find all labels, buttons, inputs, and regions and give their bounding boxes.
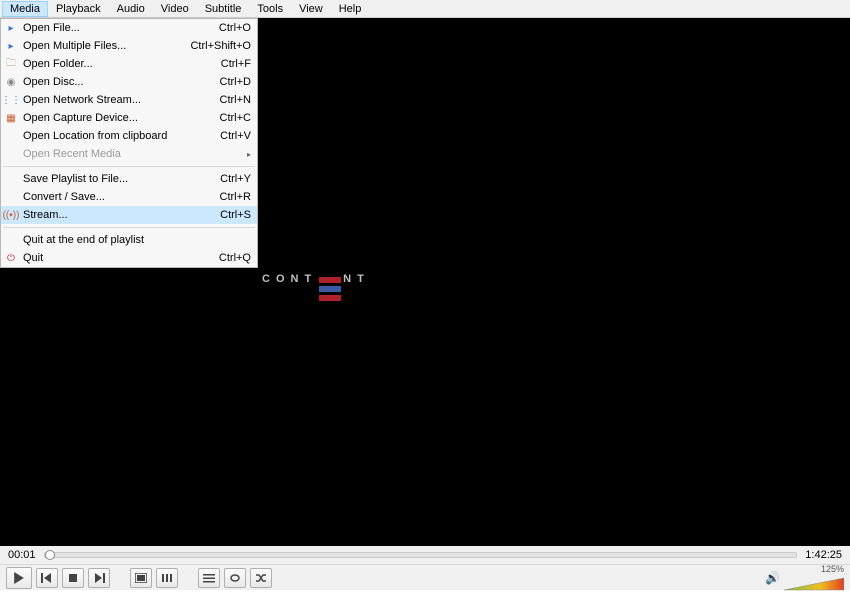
menu-item-label: Convert / Save... xyxy=(23,191,181,203)
menubar: MediaPlaybackAudioVideoSubtitleToolsView… xyxy=(0,0,850,18)
menu-playback[interactable]: Playback xyxy=(48,1,109,17)
menu-item-shortcut: Ctrl+D xyxy=(181,76,251,88)
menu-item-shortcut: Ctrl+S xyxy=(181,209,251,221)
menu-item-icon: 🗀 xyxy=(3,56,19,72)
menu-item-stream[interactable]: ((•)) Stream...Ctrl+S xyxy=(1,206,257,224)
loop-button[interactable] xyxy=(224,568,246,588)
menu-item-quit[interactable]: ⏻ QuitCtrl+Q xyxy=(1,249,257,267)
content-logo: CONT NT xyxy=(262,273,370,301)
menu-tools[interactable]: Tools xyxy=(249,1,291,17)
menu-subtitle[interactable]: Subtitle xyxy=(197,1,250,17)
menu-separator xyxy=(3,227,255,228)
menu-item-label: Open Multiple Files... xyxy=(23,40,181,52)
menu-item-label: Open Disc... xyxy=(23,76,181,88)
menu-item-shortcut: Ctrl+C xyxy=(181,112,251,124)
menu-item-label: Open Folder... xyxy=(23,58,181,70)
seek-knob[interactable] xyxy=(45,550,55,560)
menu-item-open-multiple-files[interactable]: ▸ Open Multiple Files...Ctrl+Shift+O xyxy=(1,37,257,55)
next-button[interactable] xyxy=(88,568,110,588)
menu-item-open-disc[interactable]: ◉ Open Disc...Ctrl+D xyxy=(1,73,257,91)
menu-item-icon: ▸ xyxy=(3,38,19,54)
menu-help[interactable]: Help xyxy=(331,1,370,17)
menu-item-open-recent-media: Open Recent Media▸ xyxy=(1,145,257,163)
menu-item-icon: ▦ xyxy=(3,110,19,126)
menu-item-icon: ◉ xyxy=(3,74,19,90)
menu-item-shortcut: Ctrl+Q xyxy=(181,252,251,264)
menu-item-label: Open Location from clipboard xyxy=(23,130,181,142)
menu-item-icon: ((•)) xyxy=(3,207,19,223)
logo-text-after: NT xyxy=(343,273,370,301)
menu-item-icon xyxy=(3,171,19,187)
time-total: 1:42:25 xyxy=(805,549,842,561)
fullscreen-button[interactable] xyxy=(130,568,152,588)
logo-e-bars xyxy=(319,277,341,301)
menu-item-shortcut: Ctrl+Y xyxy=(181,173,251,185)
playlist-button[interactable] xyxy=(198,568,220,588)
video-area: CONT NT ▸ Open File...Ctrl+O ▸ Open Multipl… xyxy=(0,18,850,546)
seek-slider[interactable] xyxy=(44,552,798,558)
menu-item-label: Stream... xyxy=(23,209,181,221)
time-bar: 00:01 1:42:25 xyxy=(0,546,850,564)
time-current: 00:01 xyxy=(8,549,36,561)
menu-item-open-folder[interactable]: 🗀 Open Folder...Ctrl+F xyxy=(1,55,257,73)
menu-item-icon: ⏻ xyxy=(3,250,19,266)
menu-item-open-file[interactable]: ▸ Open File...Ctrl+O xyxy=(1,19,257,37)
previous-button[interactable] xyxy=(36,568,58,588)
stop-button[interactable] xyxy=(62,568,84,588)
menu-item-open-network-stream[interactable]: ⋮⋮ Open Network Stream...Ctrl+N xyxy=(1,91,257,109)
play-button[interactable] xyxy=(6,567,32,589)
menu-item-icon xyxy=(3,189,19,205)
menu-item-label: Open Network Stream... xyxy=(23,94,181,106)
menu-item-open-location-from-clipboard[interactable]: Open Location from clipboardCtrl+V xyxy=(1,127,257,145)
shuffle-button[interactable] xyxy=(250,568,272,588)
menu-item-label: Quit at the end of playlist xyxy=(23,234,181,246)
menu-item-shortcut: Ctrl+R xyxy=(181,191,251,203)
extended-settings-button[interactable] xyxy=(156,568,178,588)
menu-media[interactable]: Media xyxy=(2,1,48,17)
menu-item-label: Open Capture Device... xyxy=(23,112,181,124)
menu-item-shortcut: Ctrl+O xyxy=(181,22,251,34)
volume-control: 🔊 125% xyxy=(765,564,844,592)
volume-label: 125% xyxy=(821,564,844,574)
menu-item-label: Save Playlist to File... xyxy=(23,173,181,185)
menu-item-quit-at-the-end-of-playlist[interactable]: Quit at the end of playlist xyxy=(1,231,257,249)
menu-audio[interactable]: Audio xyxy=(109,1,153,17)
menu-item-icon: ▸ xyxy=(3,20,19,36)
menu-item-open-capture-device[interactable]: ▦ Open Capture Device...Ctrl+C xyxy=(1,109,257,127)
menu-separator xyxy=(3,166,255,167)
menu-item-icon xyxy=(3,128,19,144)
volume-slider[interactable] xyxy=(784,576,844,592)
menu-video[interactable]: Video xyxy=(153,1,197,17)
media-dropdown: ▸ Open File...Ctrl+O ▸ Open Multiple Files.… xyxy=(0,18,258,268)
menu-item-shortcut: Ctrl+Shift+O xyxy=(181,40,251,52)
logo-text-before: CONT xyxy=(262,273,317,301)
menu-item-icon: ⋮⋮ xyxy=(3,92,19,108)
menu-item-label: Quit xyxy=(23,252,181,264)
menu-item-shortcut: Ctrl+N xyxy=(181,94,251,106)
menu-item-shortcut: Ctrl+F xyxy=(181,58,251,70)
menu-item-shortcut: Ctrl+V xyxy=(181,130,251,142)
controls-bar: 🔊 125% xyxy=(0,564,850,590)
menu-item-convert-save[interactable]: Convert / Save...Ctrl+R xyxy=(1,188,257,206)
menu-item-icon xyxy=(3,146,19,162)
menu-item-save-playlist-to-file[interactable]: Save Playlist to File...Ctrl+Y xyxy=(1,170,257,188)
menu-item-label: Open Recent Media xyxy=(23,148,247,160)
menu-item-icon xyxy=(3,232,19,248)
speaker-icon[interactable]: 🔊 xyxy=(765,571,780,585)
menu-view[interactable]: View xyxy=(291,1,331,17)
menu-item-label: Open File... xyxy=(23,22,181,34)
submenu-arrow-icon: ▸ xyxy=(247,150,251,159)
